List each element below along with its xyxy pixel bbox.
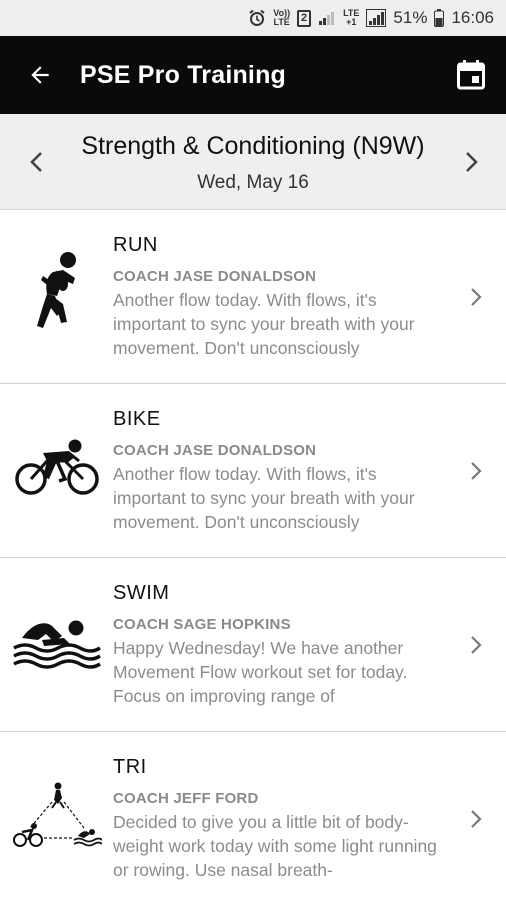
chevron-right-icon — [466, 630, 486, 660]
app-title: PSE Pro Training — [80, 60, 287, 89]
calendar-button[interactable] — [436, 36, 506, 114]
workout-description: Another flow today. With flows, it's imp… — [113, 464, 415, 532]
battery-percent: 51% — [393, 8, 428, 27]
alarm-icon — [248, 9, 266, 27]
workout-type: SWIM — [113, 582, 170, 604]
workout-item-tri[interactable]: TRI COACH JEFF FORD Decided to give you … — [0, 732, 506, 900]
status-bar: Vo)) LTE 2 LTE +1 51% 16:06 — [0, 0, 506, 36]
workout-item-swim[interactable]: SWIM COACH SAGE HOPKINS Happy Wednesday!… — [0, 558, 506, 732]
lte-icon: LTE +1 — [343, 8, 360, 27]
workout-item-run[interactable]: RUN COACH JASE DONALDSON Another flow to… — [0, 210, 506, 384]
volte-icon: Vo)) LTE — [273, 8, 291, 27]
next-day-button[interactable] — [452, 138, 492, 186]
calendar-icon — [457, 60, 485, 90]
workout-text: BIKE COACH JASE DONALDSON Another flow t… — [113, 408, 453, 534]
workout-description: Happy Wednesday! We have another Movemen… — [113, 638, 408, 706]
chevron-right-icon — [466, 804, 486, 834]
swimmer-icon — [10, 588, 104, 698]
workout-text: TRI COACH JEFF FORD Decided to give you … — [113, 756, 453, 882]
workout-text: RUN COACH JASE DONALDSON Another flow to… — [113, 234, 453, 360]
workout-list: RUN COACH JASE DONALDSON Another flow to… — [0, 210, 506, 900]
workout-description: Decided to give you a little bit of body… — [113, 812, 437, 880]
arrow-back-icon — [31, 66, 49, 84]
coach-name: COACH SAGE HOPKINS — [113, 616, 291, 633]
triathlon-icon — [10, 762, 104, 872]
chevron-right-icon — [466, 282, 486, 312]
workout-type: TRI — [113, 756, 147, 778]
signal-icon-1 — [318, 10, 336, 26]
coach-name: COACH JASE DONALDSON — [113, 442, 317, 459]
app-bar: PSE Pro Training — [0, 36, 506, 114]
battery-icon — [434, 9, 445, 27]
workout-text: SWIM COACH SAGE HOPKINS Happy Wednesday!… — [113, 582, 453, 708]
session-date: Wed, May 16 — [197, 172, 309, 193]
workout-description: Another flow today. With flows, it's imp… — [113, 290, 415, 358]
clock-time: 16:06 — [451, 8, 494, 27]
sim-icon: 2 — [297, 9, 312, 27]
coach-name: COACH JEFF FORD — [113, 790, 259, 807]
back-button[interactable] — [0, 36, 80, 114]
cyclist-icon — [10, 414, 104, 524]
workout-type: RUN — [113, 234, 158, 256]
session-title: Strength & Conditioning (N9W) — [81, 132, 425, 160]
chevron-right-icon — [466, 152, 478, 172]
chevron-right-icon — [466, 456, 486, 486]
workout-type: BIKE — [113, 408, 161, 430]
date-header: Strength & Conditioning (N9W) Wed, May 1… — [0, 114, 506, 210]
coach-name: COACH JASE DONALDSON — [113, 268, 317, 285]
workout-item-bike[interactable]: BIKE COACH JASE DONALDSON Another flow t… — [0, 384, 506, 558]
runner-icon — [10, 240, 104, 350]
signal-icon-2 — [366, 9, 387, 27]
